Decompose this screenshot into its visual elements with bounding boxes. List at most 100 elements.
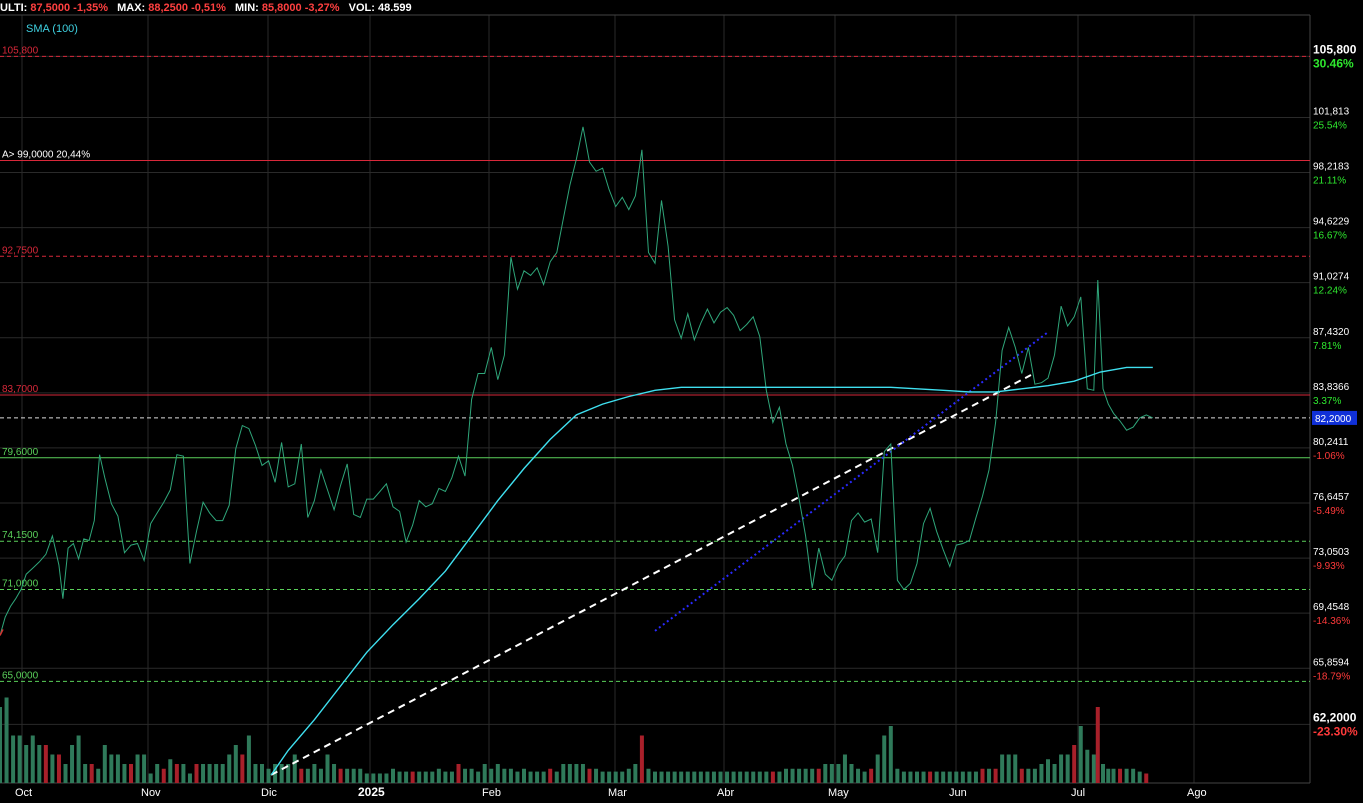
y-tick-price: 69,4548 [1313, 602, 1350, 613]
stock-chart[interactable]: 105,800 A> 99,0000 20,44% 92,7500 83,7000 79… [0, 0, 1363, 803]
volume-bar [829, 764, 834, 783]
volume-bar [371, 773, 376, 783]
y-tick-price: 94,6229 [1313, 217, 1350, 228]
y-tick-price: 87,4320 [1313, 327, 1350, 338]
x-tick-label: Abr [717, 787, 734, 799]
volume-bar [129, 764, 133, 783]
volume-bar [1032, 768, 1037, 783]
volume-bar [875, 754, 880, 783]
level-label: 65,0000 [2, 670, 39, 681]
volume-bar [233, 745, 238, 783]
x-tick-label: Oct [15, 787, 32, 799]
volume-bar [535, 771, 540, 783]
volume-bar [967, 771, 972, 783]
volume-bar [70, 745, 75, 783]
volume-bar [1106, 768, 1111, 783]
volume-bar [476, 771, 481, 783]
volume-bar [928, 771, 933, 783]
volume-bar [725, 771, 730, 783]
sma-line [270, 366, 1153, 776]
volume-bar [115, 754, 120, 783]
volume-bar [1101, 764, 1106, 783]
volume-bar [417, 771, 422, 783]
volume-bar [679, 771, 684, 783]
volume-bar [469, 768, 474, 783]
volume-bar [744, 771, 749, 783]
volume-bar [56, 754, 61, 783]
volume-bar [1046, 759, 1050, 783]
volume-bar [587, 768, 592, 783]
volume-bar [1085, 749, 1090, 783]
volume-bar [567, 764, 572, 783]
x-tick-label: Jul [1071, 787, 1085, 799]
y-tick-price: 76,6457 [1313, 492, 1350, 503]
volume-bar [148, 773, 153, 783]
y-tick-percent: 7.81% [1313, 341, 1341, 352]
volume-bar [698, 771, 703, 783]
price-line [0, 126, 1154, 636]
volume-bar [973, 771, 978, 783]
y-tick-price: 73,0503 [1313, 547, 1350, 558]
volume-bar [718, 771, 723, 783]
volume-bar [1006, 754, 1011, 783]
volume-bar [253, 764, 258, 783]
volume-bar [332, 764, 337, 783]
volume-bar [666, 771, 671, 783]
volume-bar [207, 764, 212, 783]
y-tick-price: 91,0274 [1313, 272, 1350, 283]
volume-bar [122, 764, 127, 783]
volume-bar [50, 754, 55, 783]
volume-bar [312, 764, 317, 783]
volume-bar [653, 771, 657, 783]
volume-bar [915, 771, 919, 783]
max-value: 88,2500 -0,51% [148, 2, 226, 14]
volume-bar [43, 745, 48, 783]
volume-bar [987, 768, 992, 783]
volume-bar [1095, 707, 1100, 783]
volume-bar [89, 764, 94, 783]
volume-bar [351, 768, 356, 783]
y-tick-price: 101,813 [1313, 106, 1350, 117]
volume-bar [404, 771, 409, 783]
volume-bar [495, 764, 500, 783]
volume-bar [299, 768, 304, 783]
volume-bar [318, 768, 323, 783]
volume-bar [803, 768, 808, 783]
last-label: ULTI: [0, 2, 28, 14]
volume-bar [731, 771, 736, 783]
volume-bar [214, 764, 219, 783]
volume-bar [1131, 768, 1136, 783]
sma-indicator-label: SMA (100) [26, 23, 78, 35]
quote-header: ULTI: 87,5000 -1,35% MAX: 88,2500 -0,51%… [0, 2, 412, 14]
volume-bar [626, 768, 631, 783]
volume-bar [659, 771, 664, 783]
trend-white [270, 374, 1032, 776]
volume-bar [96, 768, 101, 783]
x-tick-label: Nov [141, 787, 161, 799]
volume-bar [24, 745, 29, 783]
volume-bar [580, 764, 585, 783]
volume-bar [960, 771, 965, 783]
volume-bar [751, 771, 756, 783]
volume-bar [142, 754, 147, 783]
volume-bar [784, 768, 788, 783]
volume-bar [482, 764, 487, 783]
volume-bar [790, 768, 795, 783]
y-tick-percent: -18.79% [1313, 671, 1350, 682]
volume-bar [711, 771, 716, 783]
y-tick-price: 62,2000 [1313, 710, 1357, 724]
volume-bar [541, 771, 546, 783]
volume-bar [305, 768, 310, 783]
volume-bar [954, 771, 959, 783]
volume-bar [705, 771, 710, 783]
volume-bar [607, 771, 612, 783]
y-tick-percent: -5.49% [1313, 506, 1345, 517]
volume-bar [1059, 754, 1064, 783]
volume-bar [410, 771, 415, 783]
volume-bar [325, 754, 330, 783]
volume-bar [613, 771, 618, 783]
volume-bar [947, 771, 952, 783]
volume-bar [246, 735, 251, 783]
trend-blue [654, 331, 1049, 632]
volume-bar [980, 768, 985, 783]
